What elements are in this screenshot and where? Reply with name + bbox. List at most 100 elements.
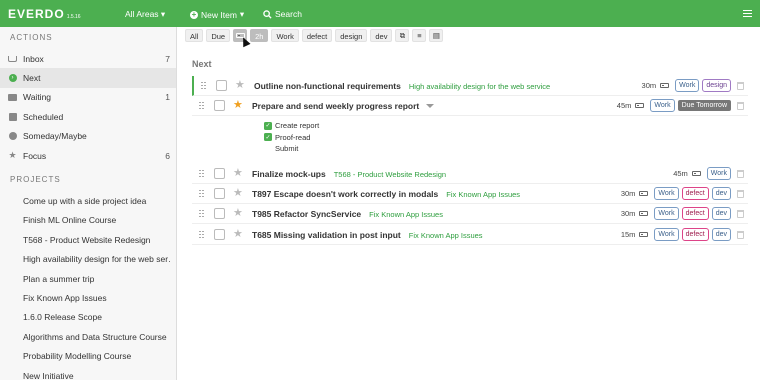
- areas-dropdown[interactable]: All Areas ▾: [125, 9, 165, 20]
- filter-tag-dev[interactable]: dev: [370, 28, 393, 42]
- sidebar-project-item[interactable]: Probability Modelling Course: [0, 346, 176, 365]
- filter-time[interactable]: 2h: [250, 28, 269, 42]
- task-checkbox[interactable]: [214, 188, 225, 199]
- task-project-link[interactable]: Fix Known App Issues: [369, 210, 443, 219]
- sidebar-project-item[interactable]: Plan a summer trip: [0, 269, 176, 288]
- checklist-item[interactable]: Submit: [264, 143, 319, 155]
- battery-icon: [639, 211, 649, 216]
- task-tag[interactable]: Work: [675, 79, 700, 92]
- star-icon[interactable]: ★: [235, 80, 245, 91]
- menu-icon[interactable]: [743, 10, 752, 17]
- copy-icon[interactable]: ⧉: [395, 28, 410, 42]
- task-row[interactable]: ★ Outline non-functional requirements High…: [192, 76, 748, 96]
- drag-handle-icon[interactable]: [199, 209, 204, 218]
- task-row[interactable]: ★ T685 Missing validation in post input Fi…: [192, 225, 748, 245]
- task-tag[interactable]: defect: [681, 187, 709, 200]
- sidebar-project-item[interactable]: High availability design for the web ser…: [0, 250, 176, 269]
- task-checkbox[interactable]: [214, 229, 225, 240]
- chevron-down-icon[interactable]: [426, 104, 435, 109]
- task-title[interactable]: Finalize mock-ups T568 - Product Website …: [252, 169, 446, 179]
- star-icon[interactable]: ★: [233, 188, 243, 199]
- task-tag[interactable]: defect: [681, 228, 709, 241]
- drag-handle-icon[interactable]: [199, 101, 204, 110]
- filter-tag-design[interactable]: design: [335, 28, 368, 42]
- task-title[interactable]: T985 Refactor SyncService Fix Known App I…: [252, 209, 443, 219]
- sidebar-item-someday-maybe[interactable]: Someday/Maybe: [0, 127, 176, 146]
- projects-header: PROJECTS: [10, 175, 61, 185]
- drag-handle-icon[interactable]: [199, 189, 204, 198]
- task-row[interactable]: ★ Finalize mock-ups T568 - Product Website…: [192, 164, 748, 184]
- task-title[interactable]: T897 Escape doesn't work correctly in mo…: [252, 189, 520, 199]
- sidebar-project-item[interactable]: Algorithms and Data Structure Course: [0, 327, 176, 346]
- sidebar-item-scheduled[interactable]: Scheduled: [0, 107, 176, 126]
- sidebar-project-item[interactable]: Fix Known App Issues: [0, 288, 176, 307]
- star-icon[interactable]: ★: [233, 168, 243, 179]
- trash-icon[interactable]: [737, 189, 744, 198]
- task-checkbox[interactable]: [214, 208, 225, 219]
- task-tag[interactable]: dev: [711, 187, 731, 200]
- star-icon[interactable]: ★: [233, 208, 243, 219]
- task-checkbox[interactable]: [216, 80, 227, 91]
- task-project-link[interactable]: Fix Known App Issues: [409, 231, 483, 240]
- list-icon: [8, 216, 17, 225]
- checklist-checkbox[interactable]: [264, 145, 272, 153]
- checklist-checkbox[interactable]: ✓: [264, 121, 272, 130]
- trash-icon[interactable]: [737, 230, 744, 239]
- sidebar-project-item[interactable]: New Initiative: [0, 366, 176, 380]
- sidebar-project-item[interactable]: Finish ML Online Course: [0, 211, 176, 230]
- drag-handle-icon[interactable]: [199, 230, 204, 239]
- sidebar-item-focus[interactable]: ★ Focus 6: [0, 146, 176, 165]
- star-icon[interactable]: ★: [233, 229, 243, 240]
- task-project-link[interactable]: Fix Known App Issues: [446, 190, 520, 199]
- star-icon[interactable]: ★: [233, 100, 243, 111]
- task-title[interactable]: T685 Missing validation in post input Fix…: [252, 230, 483, 240]
- trash-icon[interactable]: [737, 209, 744, 218]
- task-row[interactable]: ★ Prepare and send weekly progress report…: [192, 96, 748, 116]
- sidebar-project-item[interactable]: 1.6.0 Release Scope: [0, 308, 176, 327]
- task-project-link[interactable]: T568 - Product Website Redesign: [334, 170, 446, 179]
- sliders-icon[interactable]: ≡: [412, 28, 427, 42]
- search-button[interactable]: Search: [263, 9, 302, 19]
- task-tag[interactable]: dev: [711, 228, 731, 241]
- list-icon: [8, 371, 17, 380]
- task-checkbox[interactable]: [214, 100, 225, 111]
- filter-due[interactable]: Due: [206, 28, 231, 42]
- filter-tag-defect[interactable]: defect: [301, 28, 333, 42]
- task-project-link[interactable]: High availability design for the web ser…: [409, 82, 550, 91]
- document-icon[interactable]: ▤: [429, 28, 444, 42]
- checklist-item[interactable]: ✓ Create report: [264, 120, 319, 132]
- sidebar-project-item[interactable]: Come up with a side project idea: [0, 191, 176, 210]
- trash-icon[interactable]: [737, 169, 744, 178]
- checklist-item[interactable]: ✓ Proof-read: [264, 132, 319, 144]
- task-tag[interactable]: dev: [711, 207, 731, 220]
- sidebar-item-next[interactable]: › Next: [0, 68, 176, 88]
- task-title[interactable]: Prepare and send weekly progress report: [252, 101, 435, 111]
- filter-tag-work[interactable]: Work: [271, 28, 299, 42]
- drag-handle-icon[interactable]: [201, 81, 206, 90]
- project-label: T568 - Product Website Redesign: [23, 234, 151, 245]
- new-item-button[interactable]: + New Item ▾: [190, 9, 244, 20]
- trash-icon[interactable]: [737, 81, 744, 90]
- battery-icon: [639, 232, 649, 237]
- list-icon: [8, 332, 17, 341]
- sidebar-item-waiting[interactable]: Waiting 1: [0, 88, 176, 107]
- task-title[interactable]: Outline non-functional requirements High …: [254, 81, 550, 91]
- task-row[interactable]: ★ T897 Escape doesn't work correctly in m…: [192, 184, 748, 204]
- task-tag[interactable]: Work: [706, 167, 731, 180]
- sidebar-item-label: Focus: [23, 150, 47, 161]
- task-tag[interactable]: Work: [654, 228, 679, 241]
- sidebar-project-item[interactable]: T568 - Product Website Redesign: [0, 230, 176, 249]
- trash-icon[interactable]: [737, 101, 744, 110]
- task-checkbox[interactable]: [214, 168, 225, 179]
- task-tag[interactable]: Work: [650, 99, 675, 112]
- task-tag[interactable]: defect: [681, 207, 709, 220]
- drag-handle-icon[interactable]: [199, 169, 204, 178]
- task-row[interactable]: ★ T985 Refactor SyncService Fix Known App …: [192, 204, 748, 224]
- list-icon: [8, 197, 17, 206]
- sidebar-item-inbox[interactable]: Inbox 7: [0, 49, 176, 68]
- checklist-checkbox[interactable]: ✓: [264, 133, 272, 142]
- task-tag[interactable]: Work: [654, 207, 679, 220]
- task-tag[interactable]: design: [702, 79, 731, 92]
- filter-all[interactable]: All: [185, 28, 204, 42]
- task-tag[interactable]: Work: [654, 187, 679, 200]
